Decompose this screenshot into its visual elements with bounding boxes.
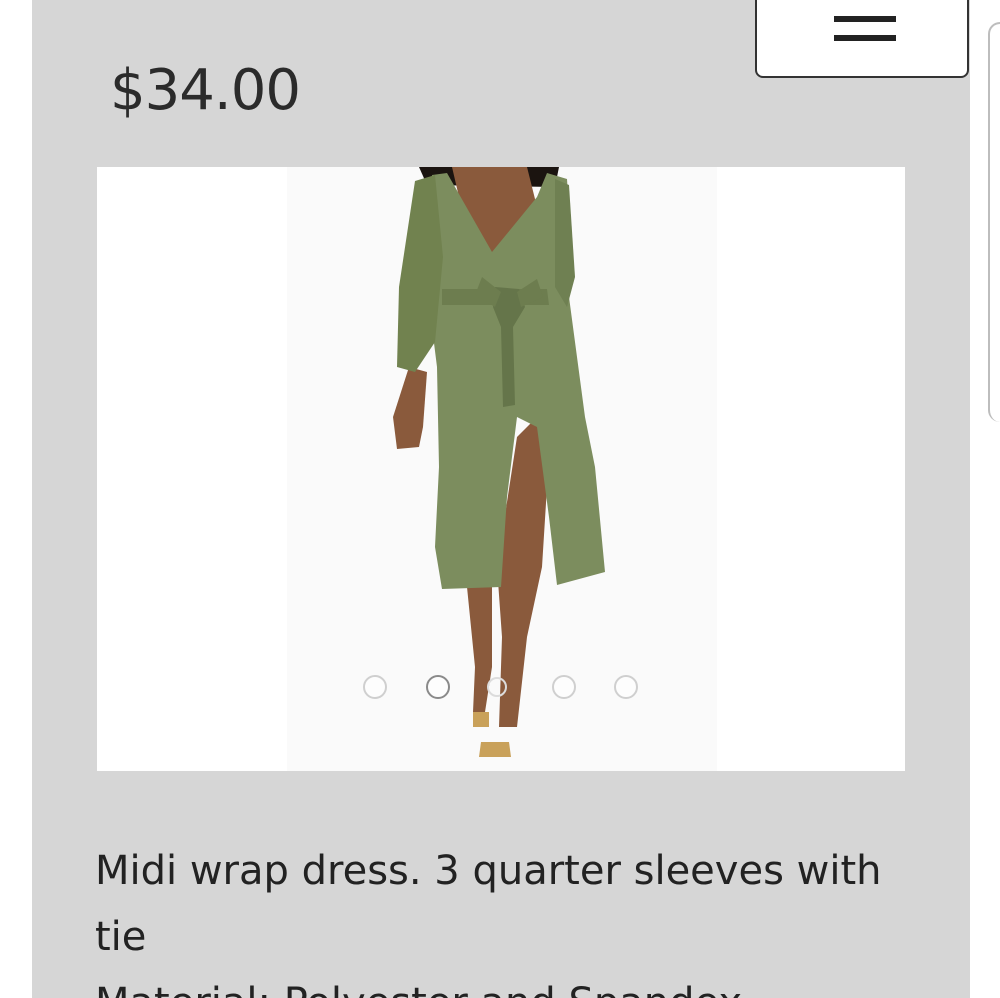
hamburger-menu-icon	[834, 16, 896, 22]
product-description: Midi wrap dress. 3 quarter sleeves with …	[95, 848, 882, 960]
carousel-dot-4[interactable]	[552, 675, 576, 699]
product-material: Material: Polyester and Spandex	[95, 970, 915, 998]
carousel-dot-2[interactable]	[426, 675, 450, 699]
carousel-dots	[97, 675, 905, 705]
menu-button[interactable]	[755, 0, 969, 78]
product-image-carousel[interactable]	[97, 167, 905, 771]
scroll-edge	[988, 22, 1000, 422]
hamburger-menu-icon-bar	[834, 35, 896, 41]
carousel-dot-5[interactable]	[614, 675, 638, 699]
product-page: $34.00 Midi wrap dress. 3 quarter sleeve…	[0, 0, 1000, 998]
carousel-dot-1[interactable]	[363, 675, 387, 699]
product-price: $34.00	[110, 58, 301, 123]
